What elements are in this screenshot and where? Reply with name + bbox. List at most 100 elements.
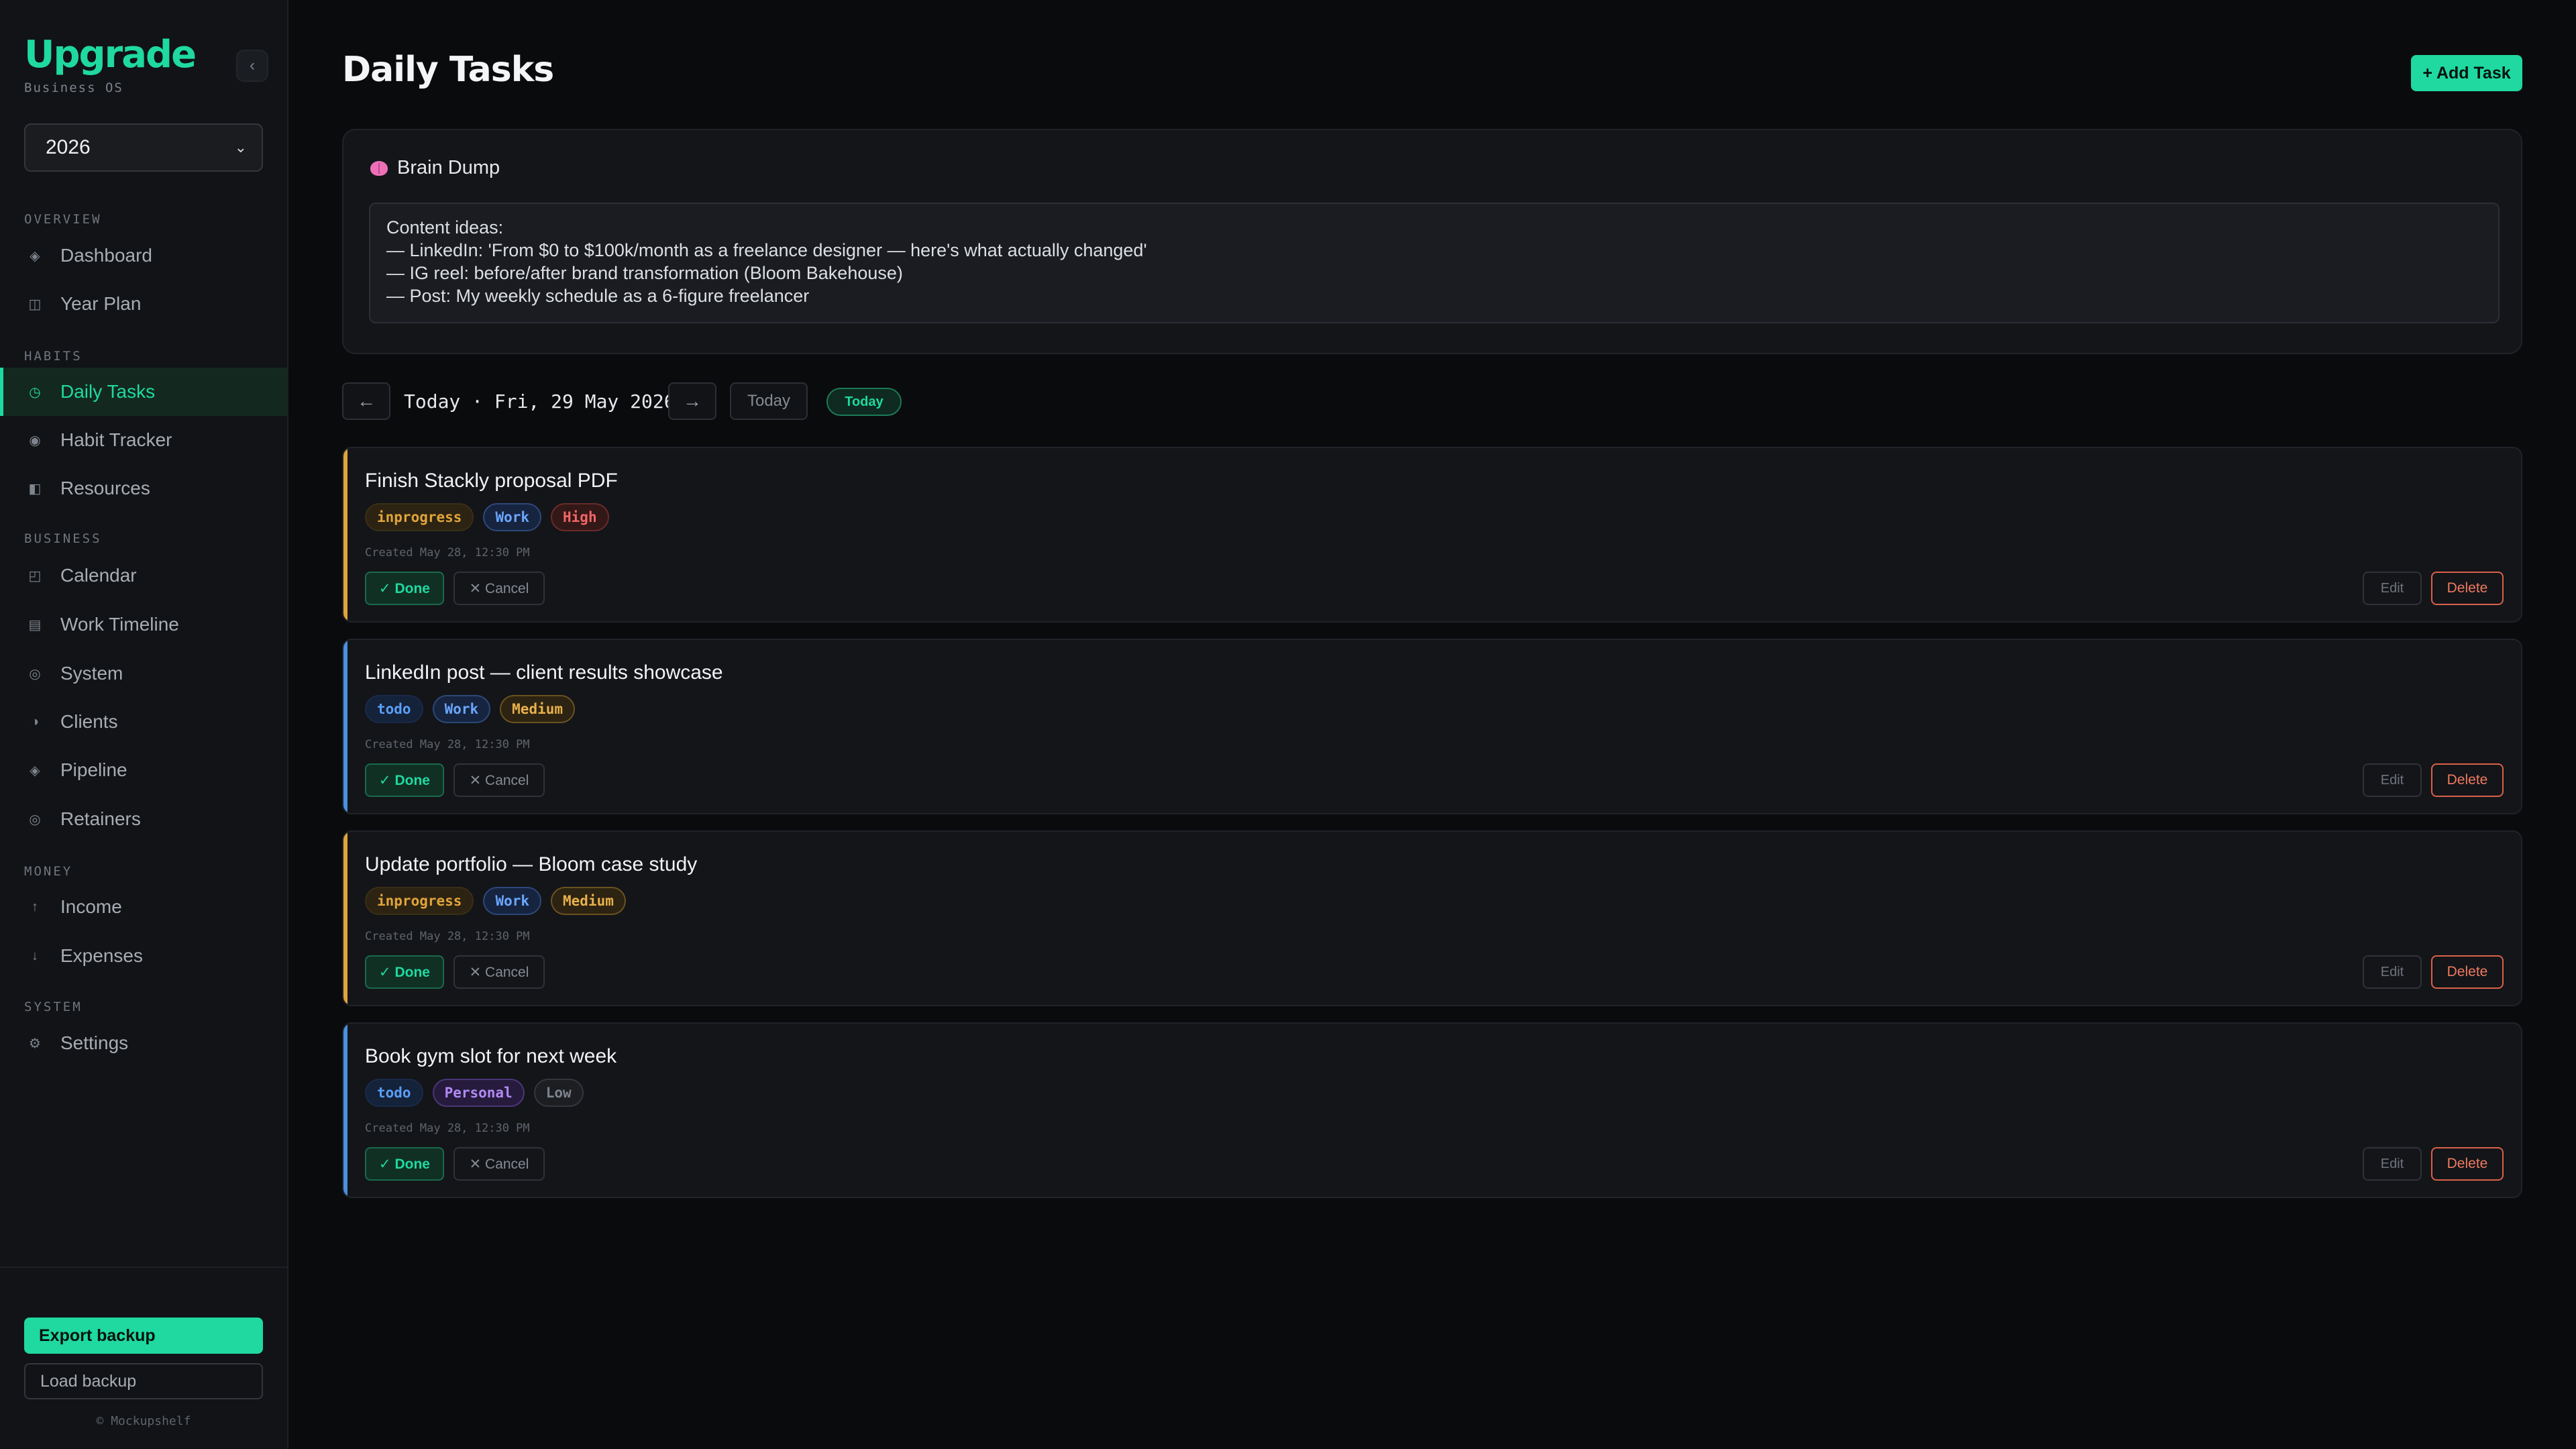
cancel-button[interactable]: ✕ Cancel: [453, 763, 545, 797]
sidebar-item-label: Resources: [60, 478, 150, 498]
task-created: Created May 28, 12:30 PM: [365, 1122, 530, 1135]
arrow-left-icon: ←: [357, 390, 376, 411]
brand: Upgrade Business OS: [24, 33, 197, 96]
gear-icon: ⚙: [29, 1036, 41, 1051]
edit-button[interactable]: Edit: [2363, 1147, 2422, 1181]
status-badge: todo: [365, 1079, 423, 1107]
sidebar-item-label: Expenses: [60, 945, 143, 966]
today-badge: Today: [826, 388, 902, 416]
pipeline-icon: ◈: [30, 763, 40, 778]
current-date-label: Today · Fri, 29 May 2026: [404, 390, 676, 413]
sidebar-footer: Export backup Load backup © Mockupshelf: [0, 1267, 287, 1449]
sidebar-item-label: Pipeline: [60, 759, 127, 780]
today-button[interactable]: Today: [730, 382, 808, 420]
sidebar-item-habit-tracker[interactable]: ◉ Habit Tracker: [0, 416, 287, 464]
retainers-icon: ◎: [29, 812, 41, 827]
done-button[interactable]: ✓ Done: [365, 1147, 444, 1181]
category-badge: Work: [483, 503, 542, 531]
arrow-right-icon: →: [683, 390, 702, 411]
status-badge: inprogress: [365, 887, 474, 915]
sidebar-item-work-timeline[interactable]: ▤ Work Timeline: [0, 600, 287, 649]
collapse-sidebar-button[interactable]: ‹: [236, 50, 268, 82]
habit-tracker-icon: ◉: [29, 433, 41, 448]
brain-icon: [370, 160, 388, 176]
status-badge: todo: [365, 695, 423, 723]
delete-button[interactable]: Delete: [2431, 763, 2504, 797]
brand-subtitle: Business OS: [24, 80, 123, 95]
sidebar-item-resources[interactable]: ◧ Resources: [0, 464, 287, 513]
done-button[interactable]: ✓ Done: [365, 763, 444, 797]
brain-dump-textarea[interactable]: Content ideas: — LinkedIn: 'From $0 to $…: [369, 203, 2500, 323]
sidebar-item-calendar[interactable]: ◰ Calendar: [0, 551, 287, 600]
add-task-button[interactable]: + Add Task: [2411, 55, 2522, 91]
sidebar-item-label: Settings: [60, 1032, 129, 1053]
delete-button[interactable]: Delete: [2431, 1147, 2504, 1181]
sidebar-item-dashboard[interactable]: ◈ Dashboard: [0, 231, 287, 280]
sidebar-item-label: Dashboard: [60, 245, 152, 266]
priority-badge: Medium: [500, 695, 576, 723]
sidebar-item-year-plan[interactable]: ◫ Year Plan: [0, 280, 287, 328]
task-title: Update portfolio — Bloom case study: [365, 853, 698, 875]
task-status-bar: [343, 1024, 347, 1197]
nav-section-overview: OVERVIEW: [24, 212, 102, 227]
system-icon: ◎: [29, 666, 41, 682]
task-created: Created May 28, 12:30 PM: [365, 546, 530, 559]
priority-badge: High: [551, 503, 609, 531]
task-status-bar: [343, 832, 347, 1005]
done-button[interactable]: ✓ Done: [365, 955, 444, 989]
next-day-button[interactable]: →: [668, 382, 716, 420]
task-created: Created May 28, 12:30 PM: [365, 930, 530, 943]
brain-dump-heading: Brain Dump: [397, 157, 500, 178]
cancel-button[interactable]: ✕ Cancel: [453, 955, 545, 989]
sidebar-item-label: Habit Tracker: [60, 429, 172, 450]
sidebar-item-clients[interactable]: ◑ Clients: [0, 698, 287, 746]
load-backup-button[interactable]: Load backup: [24, 1363, 263, 1399]
sidebar-item-label: Work Timeline: [60, 614, 179, 635]
sidebar-item-label: Clients: [60, 711, 118, 732]
export-backup-button[interactable]: Export backup: [24, 1318, 263, 1354]
task-tags: todo Personal Low: [365, 1079, 584, 1107]
brand-logo: Upgrade: [24, 33, 197, 76]
dashboard-icon: ◈: [30, 248, 40, 264]
delete-button[interactable]: Delete: [2431, 955, 2504, 989]
year-select-value: 2026: [46, 136, 91, 158]
date-navigation: ← Today · Fri, 29 May 2026 → Today Today: [342, 382, 1281, 420]
task-status-bar: [343, 640, 347, 813]
arrow-down-icon: ↓: [32, 948, 38, 963]
cancel-button[interactable]: ✕ Cancel: [453, 1147, 545, 1181]
delete-button[interactable]: Delete: [2431, 572, 2504, 605]
sidebar-item-system[interactable]: ◎ System: [0, 649, 287, 698]
sidebar-item-pipeline[interactable]: ◈ Pipeline: [0, 746, 287, 794]
priority-badge: Low: [533, 1079, 584, 1107]
edit-button[interactable]: Edit: [2363, 572, 2422, 605]
sidebar-item-label: Retainers: [60, 808, 141, 829]
task-title: Book gym slot for next week: [365, 1045, 617, 1067]
task-status-bar: [343, 448, 347, 621]
timeline-icon: ▤: [28, 617, 42, 633]
year-plan-icon: ◫: [28, 297, 42, 312]
sidebar-item-retainers[interactable]: ◎ Retainers: [0, 795, 287, 843]
task-title: Finish Stackly proposal PDF: [365, 470, 618, 492]
sidebar-item-label: Daily Tasks: [60, 381, 156, 402]
sidebar-item-income[interactable]: ↑ Income: [0, 883, 287, 931]
previous-day-button[interactable]: ←: [342, 382, 390, 420]
edit-button[interactable]: Edit: [2363, 955, 2422, 989]
sidebar-item-label: Income: [60, 896, 122, 917]
cancel-button[interactable]: ✕ Cancel: [453, 572, 545, 605]
task-card: LinkedIn post — client results showcase …: [342, 639, 2522, 814]
done-button[interactable]: ✓ Done: [365, 572, 444, 605]
category-badge: Work: [432, 695, 491, 723]
edit-button[interactable]: Edit: [2363, 763, 2422, 797]
sidebar-item-settings[interactable]: ⚙ Settings: [0, 1019, 287, 1067]
task-card: Finish Stackly proposal PDF inprogress W…: [342, 447, 2522, 623]
task-tags: todo Work Medium: [365, 695, 576, 723]
priority-badge: Medium: [551, 887, 626, 915]
clock-icon: ◷: [29, 384, 41, 400]
sidebar-item-label: System: [60, 663, 123, 684]
chevron-down-icon: ⌄: [234, 139, 247, 156]
sidebar-item-expenses[interactable]: ↓ Expenses: [0, 932, 287, 980]
resources-icon: ◧: [28, 481, 42, 496]
task-card: Book gym slot for next week todo Persona…: [342, 1022, 2522, 1198]
year-select[interactable]: 2026 ⌄: [24, 123, 263, 172]
sidebar-item-daily-tasks[interactable]: ◷ Daily Tasks: [0, 368, 287, 416]
